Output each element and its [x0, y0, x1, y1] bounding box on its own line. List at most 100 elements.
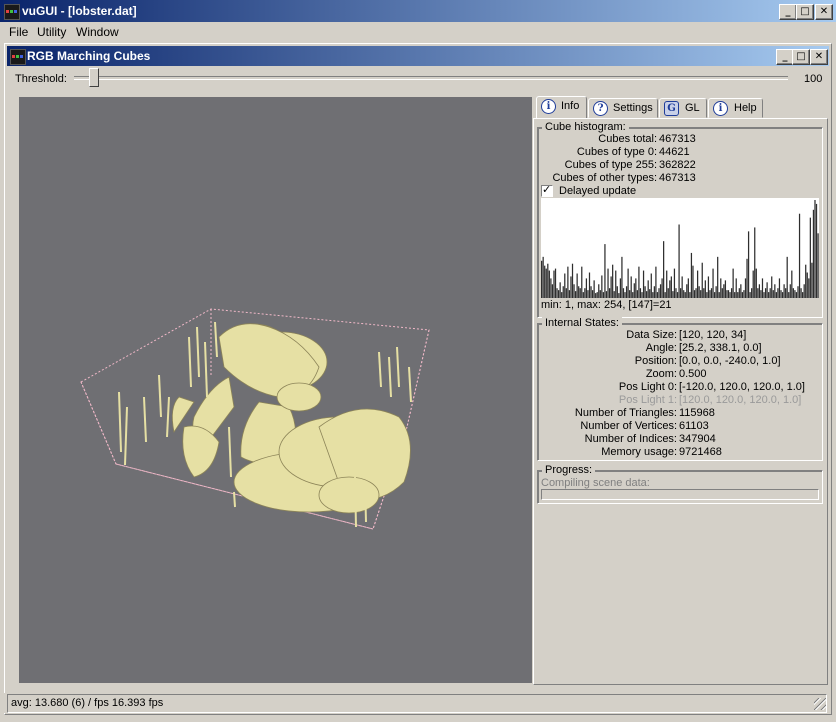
- histogram-bar: [658, 288, 660, 298]
- child-maximize-button[interactable]: □: [792, 49, 810, 65]
- histogram-bar: [601, 275, 603, 298]
- delayed-update-label: Delayed update: [559, 185, 637, 197]
- histogram-bar: [554, 268, 557, 298]
- histogram-bar: [768, 292, 770, 298]
- histogram-bar: [621, 256, 623, 298]
- help-icon: ?: [593, 101, 608, 116]
- resize-grip[interactable]: [814, 698, 826, 710]
- kv-row: Cubes of type 0: 44621: [576, 146, 690, 158]
- histogram-bar: [587, 290, 589, 298]
- histogram-bar: [574, 291, 577, 298]
- histogram-bar: [545, 268, 547, 298]
- app-title: vuGUI - [lobster.dat]: [22, 4, 137, 18]
- histogram-bar: [650, 273, 652, 298]
- histogram-bar: [803, 284, 805, 298]
- maximize-button[interactable]: □: [796, 4, 814, 20]
- histogram-bar: [663, 241, 665, 298]
- histogram-bar: [568, 290, 571, 298]
- menu-utility[interactable]: Utility: [37, 25, 66, 39]
- histogram-bar: [766, 282, 768, 298]
- histogram-bar: [564, 273, 566, 298]
- info-icon: i: [713, 101, 728, 116]
- histogram-bar: [718, 292, 720, 298]
- histogram-bar: [812, 209, 815, 298]
- child-titlebar[interactable]: RGB Marching Cubes _ □ ✕: [7, 46, 829, 66]
- histogram-bar: [582, 292, 584, 298]
- child-app-icon: [10, 49, 26, 65]
- histogram-bar: [751, 288, 753, 298]
- histogram-bar: [607, 268, 609, 298]
- kv-row: Cubes of type 255: 362822: [564, 159, 696, 171]
- histogram-bar: [687, 278, 689, 298]
- histogram-bar: [707, 276, 710, 298]
- state-value: [25.2, 338.1, 0.0]: [679, 342, 762, 354]
- histogram-bar: [700, 290, 702, 298]
- child-close-button[interactable]: ✕: [810, 49, 828, 65]
- state-row: Number of Vertices: 61103: [541, 420, 819, 433]
- tab-info[interactable]: i Info: [536, 96, 587, 118]
- histogram-bar: [794, 290, 796, 298]
- state-key: Data Size:: [626, 329, 677, 341]
- histogram-bar: [686, 284, 688, 298]
- histogram-bar: [639, 288, 642, 298]
- histogram-bar: [610, 276, 612, 298]
- state-key: Number of Triangles:: [574, 407, 677, 419]
- app-titlebar[interactable]: vuGUI - [lobster.dat] _ □ ✕: [0, 0, 836, 22]
- state-key: Position:: [634, 355, 677, 367]
- histogram-bar: [561, 292, 563, 298]
- tab-settings[interactable]: ? Settings: [588, 98, 658, 118]
- histogram-bar: [576, 273, 578, 298]
- histogram-bar: [618, 293, 620, 298]
- histogram-bar: [737, 292, 739, 298]
- histogram-bar: [744, 278, 747, 298]
- histogram-bar: [715, 286, 717, 298]
- menubar: File Utility Window: [0, 22, 836, 41]
- tab-help[interactable]: i Help: [708, 98, 763, 118]
- menu-file[interactable]: File: [9, 25, 28, 39]
- histogram-bar: [817, 233, 819, 298]
- histogram-bar: [541, 260, 543, 298]
- histogram-bar: [703, 288, 705, 298]
- state-value: 347904: [679, 433, 716, 445]
- state-row: Pos Light 0: [-120.0, 120.0, 120.0, 1.0]: [541, 381, 819, 394]
- tab-gl[interactable]: G GL: [659, 98, 707, 118]
- state-value: 115968: [679, 407, 715, 419]
- threshold-slider-thumb[interactable]: [89, 68, 99, 87]
- histogram-bar: [585, 278, 588, 298]
- histogram-bar: [676, 292, 679, 298]
- state-value: 0.500: [679, 368, 707, 380]
- histogram-bar: [795, 292, 798, 298]
- histogram-bar: [727, 290, 730, 298]
- histogram-bar: [553, 270, 555, 298]
- histogram-bar: [783, 284, 785, 298]
- histogram-bar: [646, 291, 648, 298]
- histogram-bar: [732, 268, 734, 298]
- state-value: 9721468: [679, 446, 722, 458]
- render-viewport[interactable]: [19, 97, 532, 683]
- status-panel: avg: 13.680 (6) / fps 16.393 fps: [7, 694, 827, 713]
- histogram-bar: [717, 256, 719, 298]
- threshold-slider-track[interactable]: [74, 76, 788, 80]
- histogram-bar: [809, 217, 811, 298]
- histogram-bar: [797, 286, 799, 298]
- histogram-bar: [777, 288, 779, 298]
- histogram-bar: [775, 292, 777, 298]
- histogram-bar: [743, 290, 745, 298]
- menu-window[interactable]: Window: [76, 25, 119, 39]
- histogram-bar: [814, 200, 816, 298]
- histogram-bar: [629, 290, 631, 298]
- cube-histogram-title: Cube histogram:: [542, 121, 629, 133]
- delayed-update-checkbox[interactable]: ✓: [541, 183, 553, 197]
- state-key: Number of Vertices:: [580, 420, 677, 432]
- minimize-button[interactable]: _: [779, 4, 797, 20]
- app-icon: [4, 4, 20, 20]
- histogram-bar: [562, 286, 564, 298]
- histogram-bar: [681, 276, 683, 298]
- histogram-bar: [619, 278, 622, 298]
- histogram-bar: [689, 292, 691, 298]
- histogram-bar: [734, 292, 736, 298]
- histogram-bar: [584, 288, 586, 298]
- state-row: Position: [0.0, 0.0, -240.0, 1.0]: [541, 355, 819, 368]
- state-row: Zoom: 0.500: [541, 368, 819, 381]
- close-button[interactable]: ✕: [815, 4, 833, 20]
